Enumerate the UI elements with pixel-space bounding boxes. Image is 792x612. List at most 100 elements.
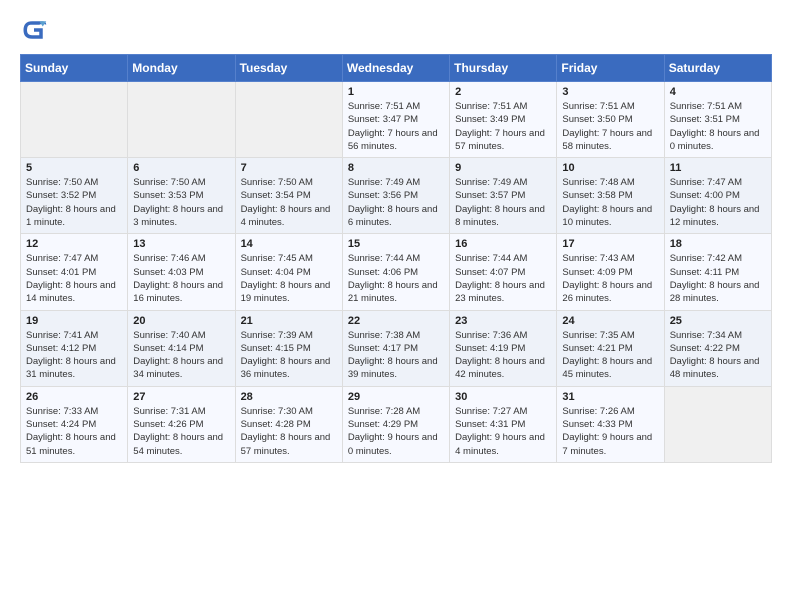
day-number: 9 — [455, 162, 551, 174]
day-number: 24 — [562, 315, 658, 327]
calendar-cell: 27 Sunrise: 7:31 AM Sunset: 4:26 PM Dayli… — [128, 386, 235, 462]
day-info: Sunrise: 7:40 AM Sunset: 4:14 PM Dayligh… — [133, 329, 229, 382]
calendar-cell — [664, 386, 771, 462]
calendar-cell: 12 Sunrise: 7:47 AM Sunset: 4:01 PM Dayli… — [21, 234, 128, 310]
calendar-cell: 9 Sunrise: 7:49 AM Sunset: 3:57 PM Daylig… — [450, 158, 557, 234]
day-info: Sunrise: 7:50 AM Sunset: 3:52 PM Dayligh… — [26, 176, 122, 229]
calendar-cell: 5 Sunrise: 7:50 AM Sunset: 3:52 PM Daylig… — [21, 158, 128, 234]
weekday-header-sunday: Sunday — [21, 55, 128, 82]
day-number: 12 — [26, 238, 122, 250]
day-info: Sunrise: 7:51 AM Sunset: 3:50 PM Dayligh… — [562, 100, 658, 153]
day-number: 30 — [455, 391, 551, 403]
day-number: 2 — [455, 86, 551, 98]
day-number: 3 — [562, 86, 658, 98]
day-info: Sunrise: 7:44 AM Sunset: 4:06 PM Dayligh… — [348, 252, 444, 305]
calendar-cell: 22 Sunrise: 7:38 AM Sunset: 4:17 PM Dayli… — [342, 310, 449, 386]
day-info: Sunrise: 7:49 AM Sunset: 3:56 PM Dayligh… — [348, 176, 444, 229]
calendar-week-4: 19 Sunrise: 7:41 AM Sunset: 4:12 PM Dayli… — [21, 310, 772, 386]
calendar-cell: 10 Sunrise: 7:48 AM Sunset: 3:58 PM Dayli… — [557, 158, 664, 234]
calendar-cell: 8 Sunrise: 7:49 AM Sunset: 3:56 PM Daylig… — [342, 158, 449, 234]
day-info: Sunrise: 7:38 AM Sunset: 4:17 PM Dayligh… — [348, 329, 444, 382]
day-info: Sunrise: 7:30 AM Sunset: 4:28 PM Dayligh… — [241, 405, 337, 458]
calendar-cell: 14 Sunrise: 7:45 AM Sunset: 4:04 PM Dayli… — [235, 234, 342, 310]
day-number: 23 — [455, 315, 551, 327]
calendar-cell: 30 Sunrise: 7:27 AM Sunset: 4:31 PM Dayli… — [450, 386, 557, 462]
calendar-cell: 13 Sunrise: 7:46 AM Sunset: 4:03 PM Dayli… — [128, 234, 235, 310]
day-number: 27 — [133, 391, 229, 403]
calendar-cell: 3 Sunrise: 7:51 AM Sunset: 3:50 PM Daylig… — [557, 82, 664, 158]
day-info: Sunrise: 7:44 AM Sunset: 4:07 PM Dayligh… — [455, 252, 551, 305]
weekday-header-monday: Monday — [128, 55, 235, 82]
day-number: 6 — [133, 162, 229, 174]
calendar-cell: 28Sunrise: 7:30 AM Sunset: 4:28 PM Dayli… — [235, 386, 342, 462]
day-info: Sunrise: 7:27 AM Sunset: 4:31 PM Dayligh… — [455, 405, 551, 458]
day-info: Sunrise: 7:47 AM Sunset: 4:01 PM Dayligh… — [26, 252, 122, 305]
day-number: 18 — [670, 238, 766, 250]
day-info: Sunrise: 7:31 AM Sunset: 4:26 PM Dayligh… — [133, 405, 229, 458]
day-number: 31 — [562, 391, 658, 403]
calendar-cell: 1 Sunrise: 7:51 AM Sunset: 3:47 PM Daylig… — [342, 82, 449, 158]
day-info: Sunrise: 7:42 AM Sunset: 4:11 PM Dayligh… — [670, 252, 766, 305]
calendar-cell: 25 Sunrise: 7:34 AM Sunset: 4:22 PM Dayli… — [664, 310, 771, 386]
logo-icon — [20, 16, 48, 44]
day-info: Sunrise: 7:26 AM Sunset: 4:33 PM Dayligh… — [562, 405, 658, 458]
day-info: Sunrise: 7:33 AM Sunset: 4:24 PM Dayligh… — [26, 405, 122, 458]
calendar-cell — [235, 82, 342, 158]
day-number: 10 — [562, 162, 658, 174]
weekday-header-wednesday: Wednesday — [342, 55, 449, 82]
day-number: 13 — [133, 238, 229, 250]
calendar-cell: 11 Sunrise: 7:47 AM Sunset: 4:00 PM Dayli… — [664, 158, 771, 234]
day-number: 19 — [26, 315, 122, 327]
day-info: Sunrise: 7:49 AM Sunset: 3:57 PM Dayligh… — [455, 176, 551, 229]
calendar-cell: 6 Sunrise: 7:50 AM Sunset: 3:53 PM Daylig… — [128, 158, 235, 234]
day-number: 14 — [241, 238, 337, 250]
day-info: Sunrise: 7:35 AM Sunset: 4:21 PM Dayligh… — [562, 329, 658, 382]
calendar-cell: 26 Sunrise: 7:33 AM Sunset: 4:24 PM Dayli… — [21, 386, 128, 462]
calendar-week-1: 1 Sunrise: 7:51 AM Sunset: 3:47 PM Daylig… — [21, 82, 772, 158]
calendar-cell — [128, 82, 235, 158]
calendar-table: SundayMondayTuesdayWednesdayThursdayFrid… — [20, 54, 772, 463]
calendar-cell: 16Sunrise: 7:44 AM Sunset: 4:07 PM Dayli… — [450, 234, 557, 310]
day-number: 29 — [348, 391, 444, 403]
calendar-cell: 15 Sunrise: 7:44 AM Sunset: 4:06 PM Dayli… — [342, 234, 449, 310]
calendar-cell: 24 Sunrise: 7:35 AM Sunset: 4:21 PM Dayli… — [557, 310, 664, 386]
day-number: 5 — [26, 162, 122, 174]
day-number: 26 — [26, 391, 122, 403]
calendar-week-2: 5 Sunrise: 7:50 AM Sunset: 3:52 PM Daylig… — [21, 158, 772, 234]
day-number: 11 — [670, 162, 766, 174]
day-info: Sunrise: 7:48 AM Sunset: 3:58 PM Dayligh… — [562, 176, 658, 229]
calendar-cell: 7Sunrise: 7:50 AM Sunset: 3:54 PM Daylig… — [235, 158, 342, 234]
day-info: Sunrise: 7:46 AM Sunset: 4:03 PM Dayligh… — [133, 252, 229, 305]
day-info: Sunrise: 7:47 AM Sunset: 4:00 PM Dayligh… — [670, 176, 766, 229]
day-number: 7 — [241, 162, 337, 174]
day-number: 22 — [348, 315, 444, 327]
calendar-cell — [21, 82, 128, 158]
calendar-cell: 23 Sunrise: 7:36 AM Sunset: 4:19 PM Dayli… — [450, 310, 557, 386]
day-info: Sunrise: 7:39 AM Sunset: 4:15 PM Dayligh… — [241, 329, 337, 382]
day-info: Sunrise: 7:34 AM Sunset: 4:22 PM Dayligh… — [670, 329, 766, 382]
calendar-cell: 19 Sunrise: 7:41 AM Sunset: 4:12 PM Dayli… — [21, 310, 128, 386]
day-info: Sunrise: 7:28 AM Sunset: 4:29 PM Dayligh… — [348, 405, 444, 458]
day-info: Sunrise: 7:51 AM Sunset: 3:51 PM Dayligh… — [670, 100, 766, 153]
day-number: 20 — [133, 315, 229, 327]
weekday-header-tuesday: Tuesday — [235, 55, 342, 82]
weekday-header-row: SundayMondayTuesdayWednesdayThursdayFrid… — [21, 55, 772, 82]
day-number: 8 — [348, 162, 444, 174]
calendar-cell: 31 Sunrise: 7:26 AM Sunset: 4:33 PM Dayli… — [557, 386, 664, 462]
weekday-header-thursday: Thursday — [450, 55, 557, 82]
calendar-cell: 2Sunrise: 7:51 AM Sunset: 3:49 PM Daylig… — [450, 82, 557, 158]
day-info: Sunrise: 7:45 AM Sunset: 4:04 PM Dayligh… — [241, 252, 337, 305]
logo — [20, 16, 52, 44]
day-info: Sunrise: 7:50 AM Sunset: 3:53 PM Dayligh… — [133, 176, 229, 229]
day-info: Sunrise: 7:36 AM Sunset: 4:19 PM Dayligh… — [455, 329, 551, 382]
page-header — [20, 16, 772, 44]
day-number: 25 — [670, 315, 766, 327]
day-number: 1 — [348, 86, 444, 98]
day-info: Sunrise: 7:51 AM Sunset: 3:47 PM Dayligh… — [348, 100, 444, 153]
day-number: 17 — [562, 238, 658, 250]
calendar-cell: 17Sunrise: 7:43 AM Sunset: 4:09 PM Dayli… — [557, 234, 664, 310]
day-number: 15 — [348, 238, 444, 250]
day-info: Sunrise: 7:41 AM Sunset: 4:12 PM Dayligh… — [26, 329, 122, 382]
weekday-header-friday: Friday — [557, 55, 664, 82]
calendar-cell: 20 Sunrise: 7:40 AM Sunset: 4:14 PM Dayli… — [128, 310, 235, 386]
